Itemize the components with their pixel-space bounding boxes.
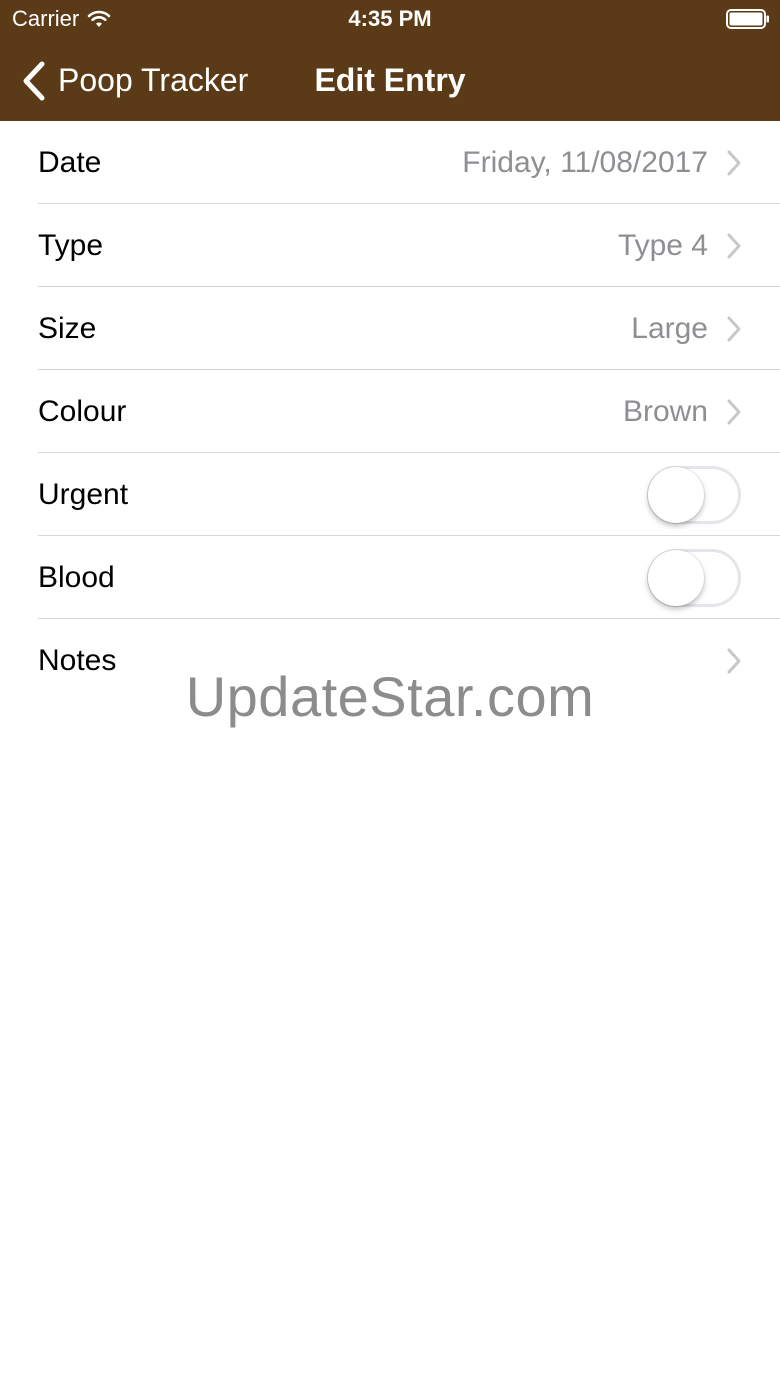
header: Carrier 4:35 PM Poop Tracker Edit Entry <box>0 0 780 121</box>
row-urgent: Urgent <box>0 453 780 536</box>
row-value: Friday, 11/08/2017 <box>462 145 708 179</box>
toggle-knob <box>648 466 704 523</box>
urgent-toggle[interactable] <box>647 465 741 524</box>
row-type[interactable]: Type Type 4 <box>0 204 780 287</box>
chevron-right-icon <box>727 233 741 258</box>
row-value: Brown <box>622 394 708 428</box>
row-label: Blood <box>38 560 115 594</box>
row-date[interactable]: Date Friday, 11/08/2017 <box>0 121 780 204</box>
status-time: 4:35 PM <box>348 6 432 31</box>
row-blood: Blood <box>0 536 780 619</box>
chevron-right-icon <box>727 316 741 341</box>
row-label: Urgent <box>38 477 129 511</box>
navigation-bar: Poop Tracker Edit Entry <box>0 40 780 121</box>
row-colour[interactable]: Colour Brown <box>0 370 780 453</box>
watermark-text: UpdateStar.com <box>185 665 595 728</box>
row-size[interactable]: Size Large <box>0 287 780 370</box>
row-label: Date <box>38 145 102 179</box>
page-title: Edit Entry <box>314 62 466 98</box>
row-value: Type 4 <box>617 228 708 262</box>
blood-toggle[interactable] <box>647 548 741 607</box>
chevron-right-icon <box>727 399 741 424</box>
toggle-knob <box>648 549 704 606</box>
row-value: Large <box>631 311 708 345</box>
status-bar: Carrier 4:35 PM <box>0 0 780 40</box>
chevron-right-icon <box>727 150 741 175</box>
entry-form-list: Date Friday, 11/08/2017 Type Type 4 Size… <box>0 121 780 702</box>
row-label: Size <box>38 311 97 345</box>
row-label: Type <box>38 228 104 262</box>
battery-icon <box>726 9 769 29</box>
row-label: Colour <box>38 394 127 428</box>
